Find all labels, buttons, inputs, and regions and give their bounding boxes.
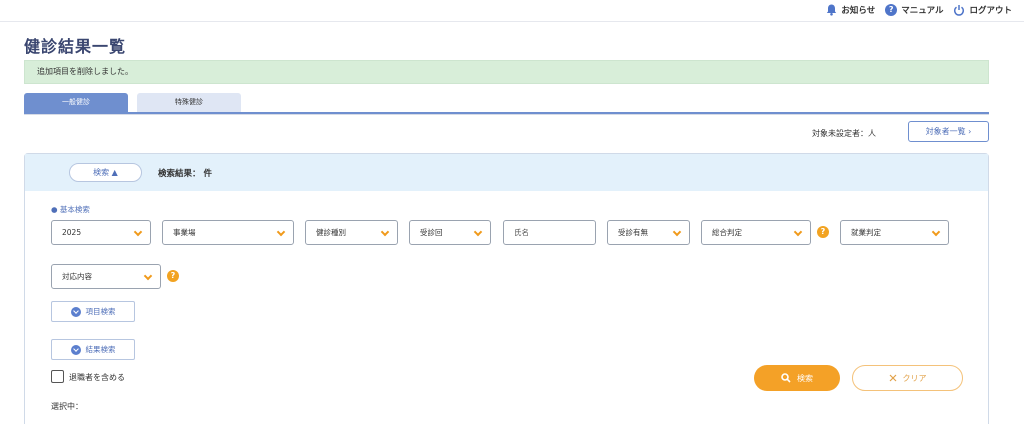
basic-search-label: ● 基本検索 [51,205,90,214]
workplace-select[interactable]: 事業場 [162,220,294,245]
work-judgment-value: 就業判定 [851,228,881,237]
item-search-label: 項目検索 [85,307,116,316]
work-judgment-select[interactable]: 就業判定 [840,220,949,245]
clear-button[interactable]: クリア [852,365,963,391]
year-value: 2025 [62,228,82,237]
result-search-label: 結果検索 [85,345,116,354]
exam-status-value: 受診有無 [618,228,648,237]
chevron-down-icon [380,227,390,237]
chevron-down-icon [70,344,81,355]
result-count-label: 検索結果： 件 [158,169,212,179]
workplace-value: 事業場 [173,228,196,237]
include-retired-label: 退職者を含める [69,373,125,382]
overall-judgment-select[interactable]: 総合判定 [701,220,811,245]
chevron-down-icon [473,227,483,237]
divider [24,114,989,115]
tab-general-exam[interactable]: 一般健診 [24,93,128,112]
chevron-down-icon [276,227,286,237]
top-navigation: お知らせ ? マニュアル ログアウト [826,2,1012,18]
search-button[interactable]: 検索 [754,365,840,391]
notice-label: お知らせ [841,6,876,16]
exam-round-value: 受診回 [420,228,443,237]
item-search-button[interactable]: 項目検索 [51,301,135,322]
chevron-down-icon [931,227,941,237]
chevron-down-icon [793,227,803,237]
search-panel-header: 検索 ▲ 検索結果： 件 [25,154,988,191]
chevron-down-icon [133,227,143,237]
clear-button-label: クリア [902,373,927,383]
search-icon [781,373,791,383]
search-panel: 検索 ▲ 検索結果： 件 ● 基本検索 2025 事業場 健診種別 受診回 受診… [24,153,989,424]
target-list-button[interactable]: 対象者一覧 › [908,121,989,142]
chevron-down-icon [143,271,153,281]
unset-count-label: 対象未設定者：人 [812,129,876,138]
close-icon [889,374,896,382]
chevron-down-icon [70,306,81,317]
tab-special-exam[interactable]: 特殊健診 [137,93,241,112]
year-select[interactable]: 2025 [51,220,151,245]
logout-link[interactable]: ログアウト [953,4,1012,16]
selected-label: 選択中： [51,402,83,411]
overall-judgment-value: 総合判定 [712,228,742,237]
exam-round-select[interactable]: 受診回 [409,220,491,245]
search-toggle-button[interactable]: 検索 ▲ [69,163,142,182]
response-select[interactable]: 対応内容 [51,264,161,289]
page-title: 健診結果一覧 [24,37,127,56]
top-bar: お知らせ ? マニュアル ログアウト [0,0,1024,22]
exam-type-select[interactable]: 健診種別 [305,220,398,245]
exam-type-value: 健診種別 [316,228,346,237]
exam-status-select[interactable]: 受診有無 [607,220,690,245]
result-search-button[interactable]: 結果検索 [51,339,135,360]
help-icon[interactable]: ? [167,270,179,282]
manual-link[interactable]: ? マニュアル [885,4,943,16]
bell-icon [827,4,837,16]
name-input[interactable] [503,220,596,245]
response-value: 対応内容 [62,272,92,281]
tab-bar: 一般健診 特殊健診 [24,93,989,114]
success-alert: 追加項目を削除しました。 [24,60,989,84]
power-icon [954,5,965,16]
notice-link[interactable]: お知らせ [826,4,875,16]
search-button-label: 検索 [797,373,813,383]
manual-label: マニュアル [901,6,944,16]
include-retired-checkbox[interactable] [51,370,64,383]
help-icon[interactable]: ? [817,226,829,238]
logout-label: ログアウト [969,6,1012,16]
chevron-down-icon [672,227,682,237]
help-icon: ? [885,4,898,16]
